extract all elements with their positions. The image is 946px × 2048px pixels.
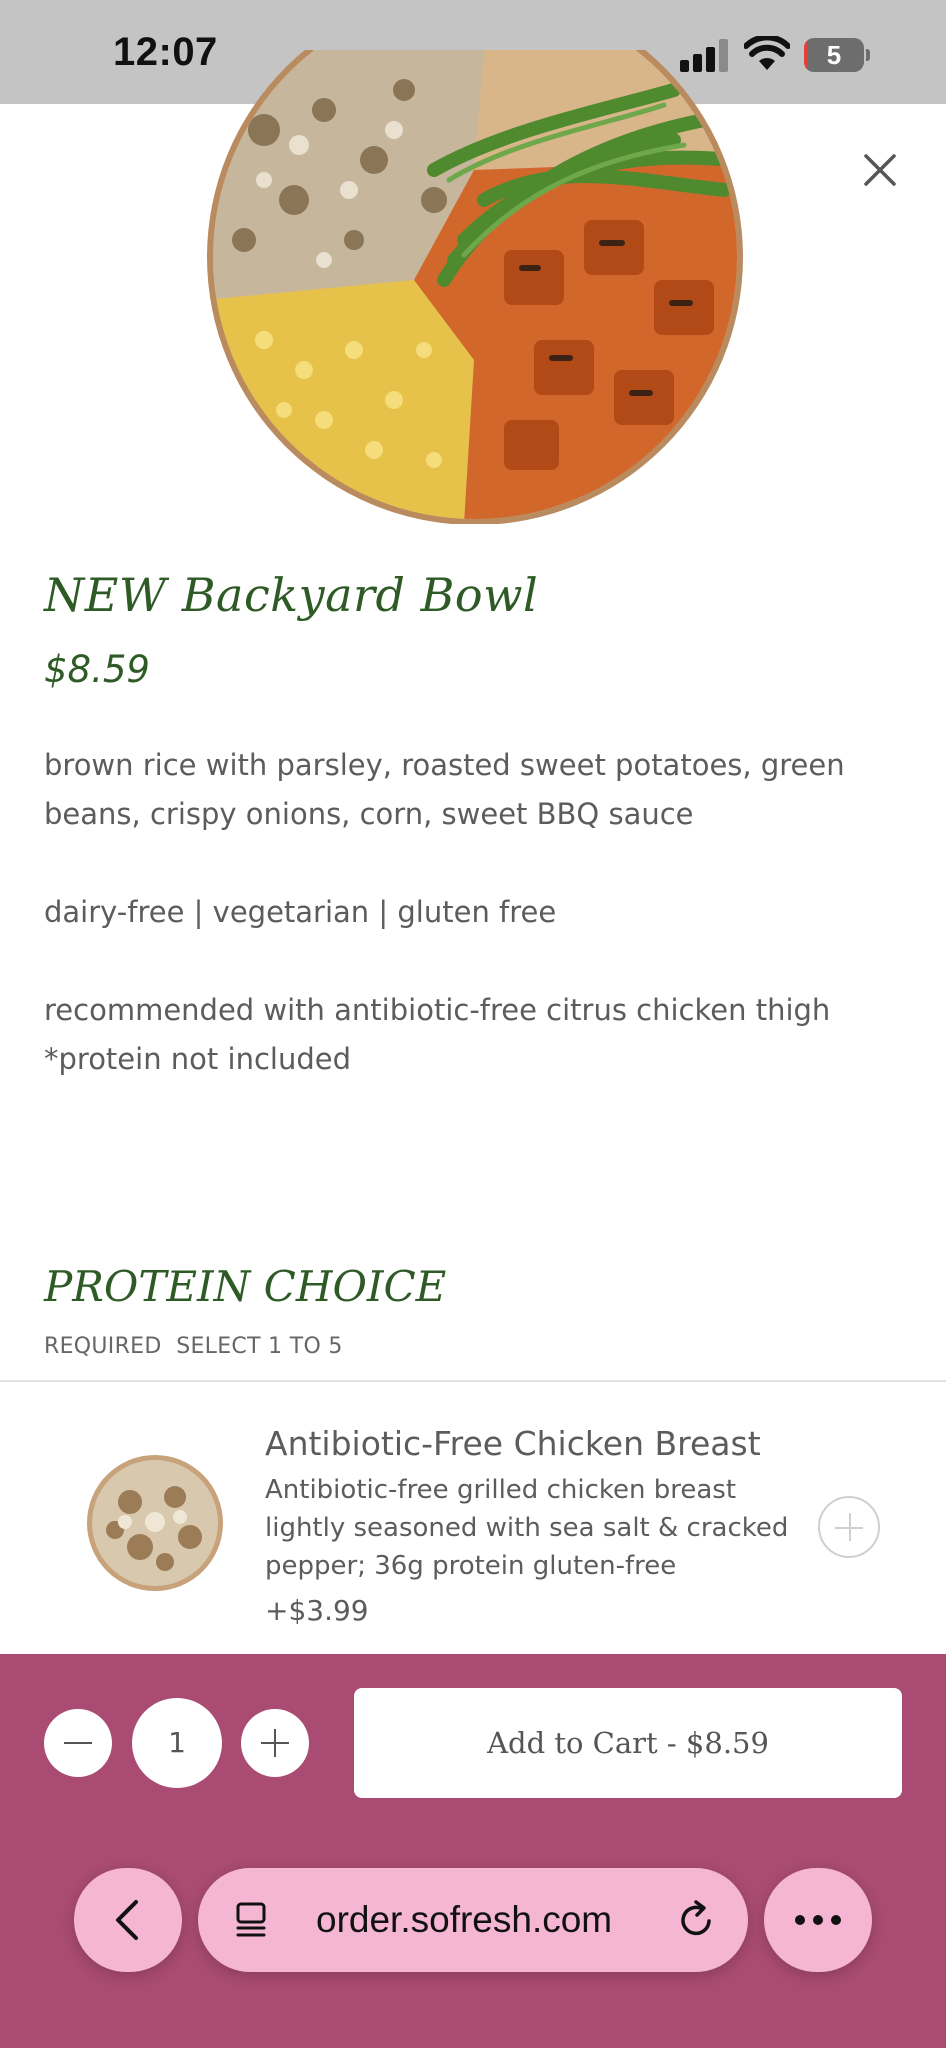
recommendation-note: recommended with antibiotic-free citrus … [44,993,831,1076]
product-title: NEW Backyard Bowl [44,568,539,622]
browser-more-button[interactable] [764,1868,872,1972]
battery-icon: 5 [804,38,870,72]
increase-quantity-button[interactable] [241,1709,309,1777]
tab-overview-icon [236,1902,266,1937]
close-icon[interactable] [856,146,904,194]
product-description: brown rice with parsley, roasted sweet p… [44,748,845,831]
reload-icon[interactable] [676,1899,718,1941]
address-bar[interactable]: order.sofresh.com [198,1868,748,1972]
section-title: PROTEIN CHOICE [44,1262,447,1311]
quantity-value: 1 [132,1698,222,1788]
add-to-cart-button[interactable]: Add to Cart - $8.59 [354,1688,902,1798]
option-description: Antibiotic-free grilled chicken breast l… [265,1475,789,1581]
minus-icon [64,1742,92,1744]
wifi-icon [744,36,790,70]
section-divider [0,1380,946,1382]
url-text: order.sofresh.com [316,1899,613,1940]
battery-level: 5 [826,40,842,70]
backyard-bowl-image [207,50,743,524]
more-dots-icon [795,1915,841,1925]
status-time: 12:07 [113,30,218,74]
product-price: $8.59 [44,648,150,691]
add-option-button[interactable] [818,1496,880,1558]
chicken-breast-image [87,1455,223,1591]
dietary-info: dairy-free | vegetarian | gluten free [44,895,557,929]
section-requirement: REQUIRED SELECT 1 TO 5 [44,1334,343,1359]
back-chevron-icon [116,1900,138,1940]
option-name: Antibiotic-Free Chicken Breast [265,1424,761,1463]
decrease-quantity-button[interactable] [44,1709,112,1777]
option-price: +$3.99 [265,1594,369,1627]
browser-back-button[interactable] [74,1868,182,1972]
